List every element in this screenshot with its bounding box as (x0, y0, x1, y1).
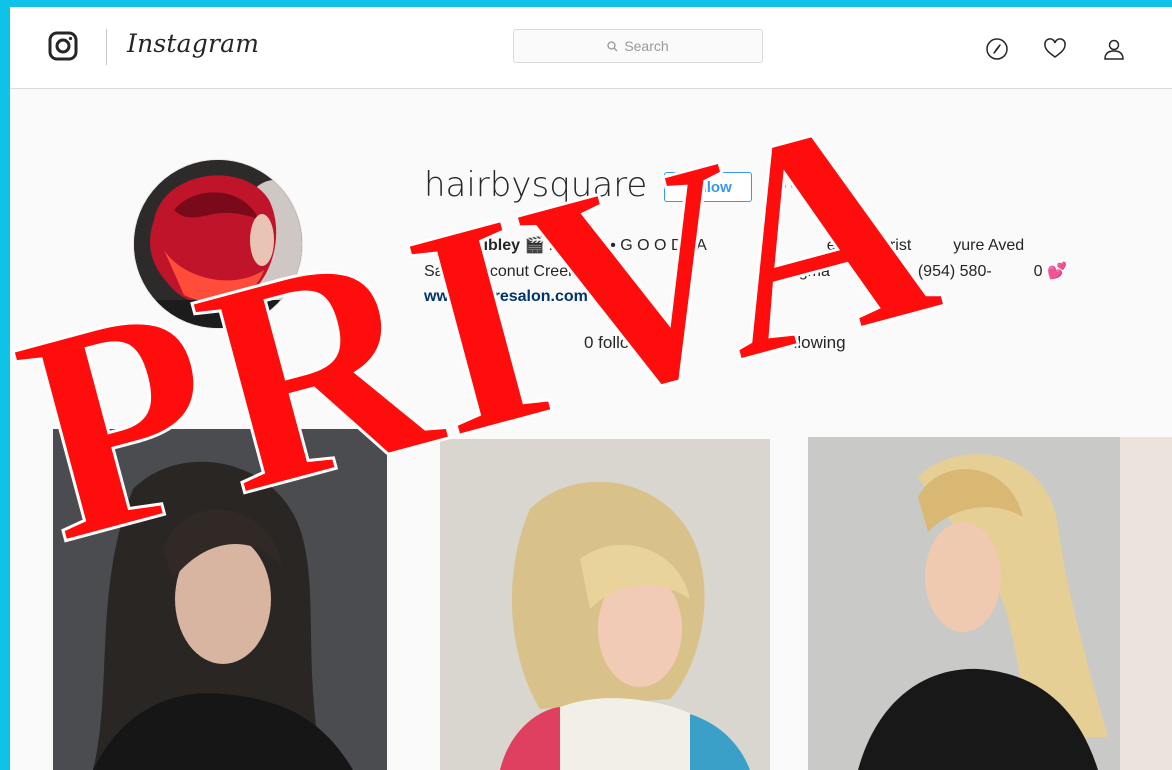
search-input[interactable]: Search (513, 29, 763, 63)
post-thumbnail[interactable] (1120, 437, 1172, 770)
search-placeholder: Search (624, 38, 669, 54)
logo-divider (106, 29, 107, 65)
post-photo (808, 437, 1134, 770)
instagram-wordmark[interactable]: Instagram (127, 29, 259, 58)
instagram-camera-icon[interactable] (48, 31, 78, 61)
search-icon (607, 40, 618, 51)
post-thumbnail[interactable] (808, 437, 1134, 770)
